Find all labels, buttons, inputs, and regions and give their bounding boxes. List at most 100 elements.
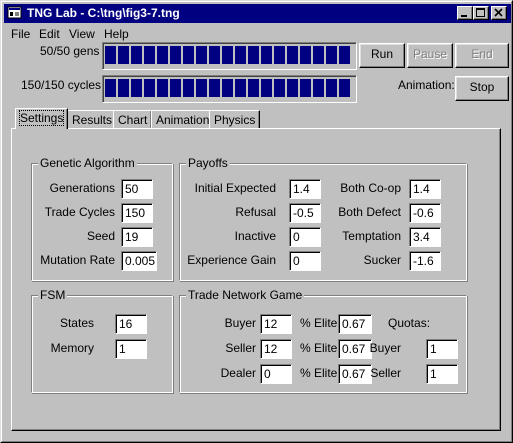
settings-panel: Genetic Algorithm Generations 50 Trade C…: [11, 128, 501, 431]
progress-segment: [222, 79, 233, 97]
seller-elite-label: % Elite: [300, 341, 338, 355]
menu-help[interactable]: Help: [104, 27, 129, 41]
genetic-algorithm-group: Genetic Algorithm Generations 50 Trade C…: [31, 156, 173, 281]
seller-elite-field[interactable]: 0.67: [338, 339, 372, 359]
progress-segment: [287, 79, 298, 97]
menu-view[interactable]: View: [69, 27, 95, 41]
trade-cycles-field[interactable]: 150: [121, 203, 153, 223]
run-button[interactable]: Run: [359, 43, 405, 68]
both-defect-field[interactable]: -0.6: [409, 203, 441, 223]
progress-segment: [326, 46, 337, 64]
main-window: TNG Lab - C:\tng\fig3-7.tng File Edit Vi…: [0, 0, 513, 443]
progress-segment: [274, 46, 285, 64]
both-coop-field[interactable]: 1.4: [409, 179, 441, 199]
tab-physics-label: Physics: [214, 113, 256, 127]
inactive-field[interactable]: 0: [289, 227, 321, 247]
progress-segment: [157, 79, 168, 97]
memory-label: Memory: [50, 341, 94, 355]
progress-segment: [274, 79, 285, 97]
initial-expected-label: Initial Expected: [194, 181, 276, 195]
generations-field[interactable]: 50: [121, 179, 153, 199]
initial-expected-field[interactable]: 1.4: [289, 179, 321, 199]
dealer-field[interactable]: 0: [260, 364, 292, 384]
tab-results-label: Results: [72, 113, 113, 127]
gens-progress-label: 50/50 gens: [40, 44, 100, 58]
trade-cycles-label: Trade Cycles: [44, 205, 115, 219]
experience-gain-field[interactable]: 0: [289, 251, 321, 271]
tab-animation[interactable]: Animation: [151, 110, 215, 129]
window-frame: TNG Lab - C:\tng\fig3-7.tng File Edit Vi…: [1, 1, 512, 442]
states-label: States: [59, 316, 94, 330]
both-defect-label: Both Defect: [338, 205, 401, 219]
states-field[interactable]: 16: [115, 314, 147, 334]
tab-animation-label: Animation: [156, 113, 210, 127]
progress-segment: [183, 46, 194, 64]
progress-segment: [339, 46, 350, 64]
progress-segment: [209, 79, 220, 97]
maximize-button[interactable]: [473, 6, 489, 20]
pause-button[interactable]: Pause: [407, 43, 453, 68]
progress-segment: [339, 79, 350, 97]
mutation-rate-field[interactable]: 0.005: [121, 251, 157, 271]
buyer-field[interactable]: 12: [260, 314, 292, 334]
trade-network-game-group: Trade Network Game Buyer 12 Seller 12 De…: [179, 288, 467, 393]
progress-segment: [196, 46, 207, 64]
tab-chart[interactable]: Chart: [113, 110, 153, 129]
menu-edit[interactable]: Edit: [39, 27, 60, 41]
progress-segment: [287, 46, 298, 64]
buyer-elite-label: % Elite: [300, 316, 338, 330]
window-title: TNG Lab - C:\tng\fig3-7.tng: [27, 6, 180, 20]
quota-seller-label: Seller: [370, 366, 401, 380]
progress-segment: [118, 46, 129, 64]
temptation-field[interactable]: 3.4: [409, 227, 441, 247]
close-icon: [494, 8, 503, 17]
menu-file[interactable]: File: [11, 27, 30, 41]
quota-seller-field[interactable]: 1: [426, 364, 458, 384]
both-coop-label: Both Co-op: [340, 181, 401, 195]
tng-app-icon: [7, 6, 22, 19]
seed-field[interactable]: 19: [121, 227, 153, 247]
stop-button[interactable]: Stop: [455, 76, 509, 101]
buyer-elite-field[interactable]: 0.67: [338, 314, 372, 334]
cycles-progress-bar: [102, 75, 357, 103]
close-button[interactable]: [491, 6, 507, 20]
experience-gain-label: Experience Gain: [187, 253, 276, 267]
sucker-field[interactable]: -1.6: [409, 251, 441, 271]
progress-segment: [235, 79, 246, 97]
gens-progress-fill: [103, 43, 356, 69]
tab-settings-label: Settings: [18, 110, 65, 126]
progress-segment: [235, 46, 246, 64]
maximize-icon: [476, 8, 485, 17]
progress-segment: [313, 46, 324, 64]
refusal-label: Refusal: [235, 205, 276, 219]
progress-segment: [118, 79, 129, 97]
end-button[interactable]: End: [455, 43, 509, 68]
progress-segment: [105, 79, 116, 97]
progress-segment: [261, 46, 272, 64]
memory-field[interactable]: 1: [115, 339, 147, 359]
quotas-label: Quotas:: [388, 316, 431, 330]
minimize-button[interactable]: [457, 6, 473, 20]
temptation-label: Temptation: [342, 229, 401, 243]
tab-results[interactable]: Results: [67, 110, 118, 129]
title-bar[interactable]: TNG Lab - C:\tng\fig3-7.tng: [4, 4, 511, 23]
quota-buyer-field[interactable]: 1: [426, 339, 458, 359]
sucker-label: Sucker: [363, 253, 401, 267]
refusal-field[interactable]: -0.5: [289, 203, 321, 223]
seller-field[interactable]: 12: [260, 339, 292, 359]
payoffs-title: Payoffs: [186, 156, 230, 170]
tab-settings[interactable]: Settings: [15, 108, 69, 129]
dealer-elite-field[interactable]: 0.67: [338, 364, 372, 384]
quota-buyer-label: Buyer: [369, 341, 401, 355]
stop-button-label: Stop: [469, 80, 495, 94]
progress-segment: [131, 46, 142, 64]
progress-segment: [105, 46, 116, 64]
progress-segment: [326, 79, 337, 97]
tab-physics[interactable]: Physics: [209, 110, 261, 129]
menu-bar: File Edit View Help: [4, 24, 511, 43]
pause-button-label: Pause: [412, 47, 448, 61]
progress-segment: [170, 79, 181, 97]
progress-segment: [144, 46, 155, 64]
tab-chart-label: Chart: [118, 113, 148, 127]
progress-segment: [248, 46, 259, 64]
